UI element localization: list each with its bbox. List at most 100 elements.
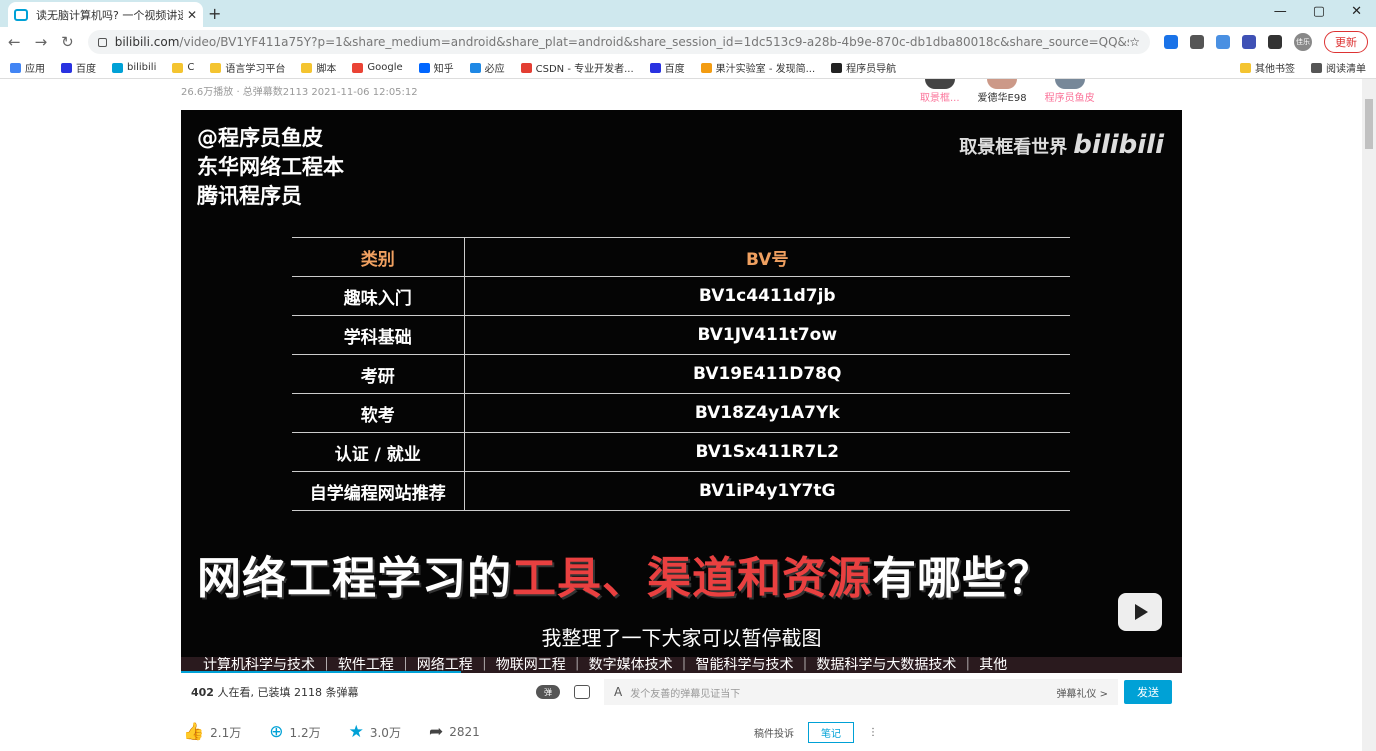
reload-button[interactable]: ↻ [61,33,74,51]
favorite-button[interactable]: ★ 3.0万 [349,722,401,742]
video-player[interactable]: @程序员鱼皮 东华网络工程本 腾讯程序员 取景框看世界 bilibili 类别 BV… [181,110,1182,673]
bookmark-item[interactable]: 脚本 [301,60,336,75]
back-button[interactable]: ← [8,33,21,51]
address-bar[interactable]: bilibili.com/video/BV1YF411a75Y?p=1&shar… [87,30,1150,54]
video-headline: 网络工程学习的工具、渠道和资源有哪些？ [197,553,1052,604]
url-host: bilibili.com [114,35,180,49]
folder-icon [172,62,184,73]
share-arrow-icon: ➦ [428,722,444,742]
report-link[interactable]: 稿件投诉 [754,725,794,740]
browser-toolbar: ← → ↻ bilibili.com/video/BV1YF411a75Y?p=… [0,27,1376,57]
translate-icon[interactable] [1216,35,1230,49]
juice-lab-icon [700,62,712,73]
lock-icon [97,37,107,47]
share-button[interactable]: ➦ 2821 [429,722,480,742]
bv-table: 类别 BV号 趣味入门 BV1c4411d7jb 学科基础 BV1JV411t7ow … [292,237,1070,511]
bookmark-item[interactable]: 百度 [649,60,685,75]
url-path: /video/BV1YF411a75Y?p=1&share_medium=and… [179,35,1129,49]
scrollbar-thumb[interactable] [1365,99,1373,149]
avatar [987,79,1018,89]
baidu-icon [649,62,661,73]
danmu-bar: 402 人在看, 已装填 2118 条弹幕 弹 A 发个友善的弹幕见证当下 弹幕… [181,675,1182,709]
bookmark-star-icon[interactable]: ☆ [1129,35,1140,49]
maximize-button[interactable]: ▢ [1313,4,1325,19]
csdn-icon [520,62,532,73]
new-tab-button[interactable]: + [208,4,221,23]
uper-item[interactable]: 取景框... [920,79,960,104]
folder-icon [210,62,222,73]
browser-tab-strip: 读无脑计算机吗? 一个视频讲透计算 ✕ + — ▢ ✕ [0,0,1376,27]
page-scrollbar[interactable] [1362,79,1376,751]
folder-icon [1240,62,1251,73]
bookmark-item[interactable]: 语言学习平台 [210,60,285,75]
close-window-button[interactable]: ✕ [1351,4,1362,19]
bookmark-item[interactable]: CSDN - 专业开发者... [520,60,634,75]
danmu-etiquette-link[interactable]: 弹幕礼仪 > [1056,685,1108,700]
apps-icon [10,62,21,73]
bing-icon [469,62,481,73]
reading-list-icon [1311,62,1322,73]
bookmarks-bar: 应用 百度 bilibili C 语言学习平台 脚本 Google 知乎 必应 … [0,57,1376,79]
coin-icon: ⊕ [269,722,284,742]
bookmark-item[interactable]: 果汁实验室 - 发现简... [700,60,815,75]
like-button[interactable]: 👍 2.1万 [183,722,241,742]
bookmark-item[interactable]: 必应 [469,60,505,75]
font-style-icon[interactable]: A [614,685,622,699]
uper-item[interactable]: 程序员鱼皮 [1045,79,1095,104]
table-row: 自学编程网站推荐 BV1iP4y1Y7tG [292,471,1070,511]
zhihu-icon [418,62,430,73]
bookmark-item[interactable]: 应用 [10,60,45,75]
bookmark-item[interactable]: 百度 [61,60,96,75]
bilibili-logo: bilibili [1073,130,1164,160]
danmu-toggle[interactable]: 弹 [536,685,560,699]
window-controls: — ▢ ✕ [1274,4,1362,19]
bookmark-item[interactable]: 程序员导航 [831,60,896,75]
note-button[interactable]: 笔记 [808,722,854,743]
reading-list[interactable]: 阅读清单 [1311,60,1366,75]
reader-icon[interactable] [1242,35,1256,49]
update-button[interactable]: 更新 [1324,31,1368,53]
bilibili-icon [112,62,123,73]
programmer-nav-icon [831,62,843,73]
video-intro-text: @程序员鱼皮 东华网络工程本 腾讯程序员 [197,126,344,208]
table-row: 考研 BV19E411D78Q [292,354,1070,394]
avatar [924,79,955,89]
folder-icon [301,62,313,73]
extension-icon[interactable] [1164,35,1178,49]
table-row: 软考 BV18Z4y1A7Yk [292,393,1070,433]
bookmark-item[interactable]: Google [352,62,403,73]
more-icon[interactable]: ⋮ [868,727,878,738]
other-bookmarks[interactable]: 其他书签 [1240,60,1295,75]
video-watermark: 取景框看世界 bilibili [959,130,1164,160]
bookmark-item[interactable]: C [172,62,194,73]
send-danmu-button[interactable]: 发送 [1124,680,1172,704]
table-row: 学科基础 BV1JV411t7ow [292,315,1070,355]
play-tv-icon[interactable] [1118,593,1162,631]
coin-button[interactable]: ⊕ 1.2万 [269,722,320,742]
danmu-settings-icon[interactable] [574,685,590,699]
table-row: 认证 / 就业 BV1Sx411R7L2 [292,432,1070,472]
minimize-button[interactable]: — [1274,4,1287,19]
google-icon [352,62,364,73]
bookmark-item[interactable]: 知乎 [418,60,454,75]
video-actions: 👍 2.1万 ⊕ 1.2万 ★ 3.0万 ➦ 2821 [183,722,480,742]
thumbs-up-icon: 👍 [183,722,205,742]
puzzle-icon[interactable] [1268,35,1282,49]
tab-close-icon[interactable]: ✕ [187,8,197,22]
table-row: 趣味入门 BV1c4411d7jb [292,276,1070,316]
star-icon: ★ [348,722,364,742]
browser-tab-active[interactable]: 读无脑计算机吗? 一个视频讲透计算 ✕ [8,2,203,27]
profile-avatar[interactable]: 佳乐 [1294,33,1312,51]
bookmark-item[interactable]: bilibili [112,62,156,73]
video-stats: 26.6万播放 · 总弹幕数2113 2021-11-06 12:05:12 [181,87,418,98]
page-content: 26.6万播放 · 总弹幕数2113 2021-11-06 12:05:12 取… [0,79,1376,751]
uper-item[interactable]: 爱德华E98 [978,79,1027,104]
progress-bar[interactable] [181,671,461,673]
tab-title: 读无脑计算机吗? 一个视频讲透计算 [36,8,183,22]
video-actions-right: 稿件投诉 笔记 ⋮ [754,722,878,743]
avatar [1054,79,1085,89]
extension-icon[interactable] [1190,35,1204,49]
extensions-area: 佳乐 更新 [1164,31,1368,53]
danmu-input[interactable]: A 发个友善的弹幕见证当下 弹幕礼仪 > [604,679,1118,705]
forward-button[interactable]: → [35,33,48,51]
